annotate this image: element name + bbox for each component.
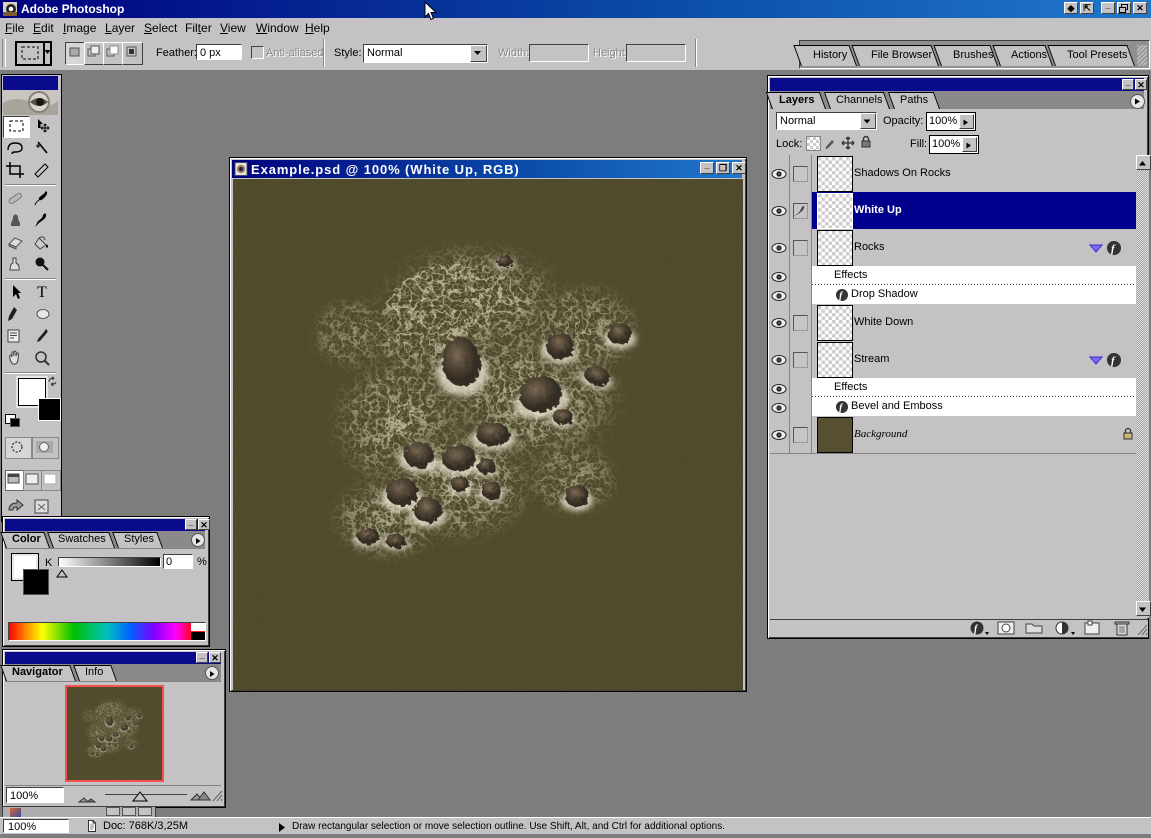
svg-text:T: T — [37, 284, 47, 301]
